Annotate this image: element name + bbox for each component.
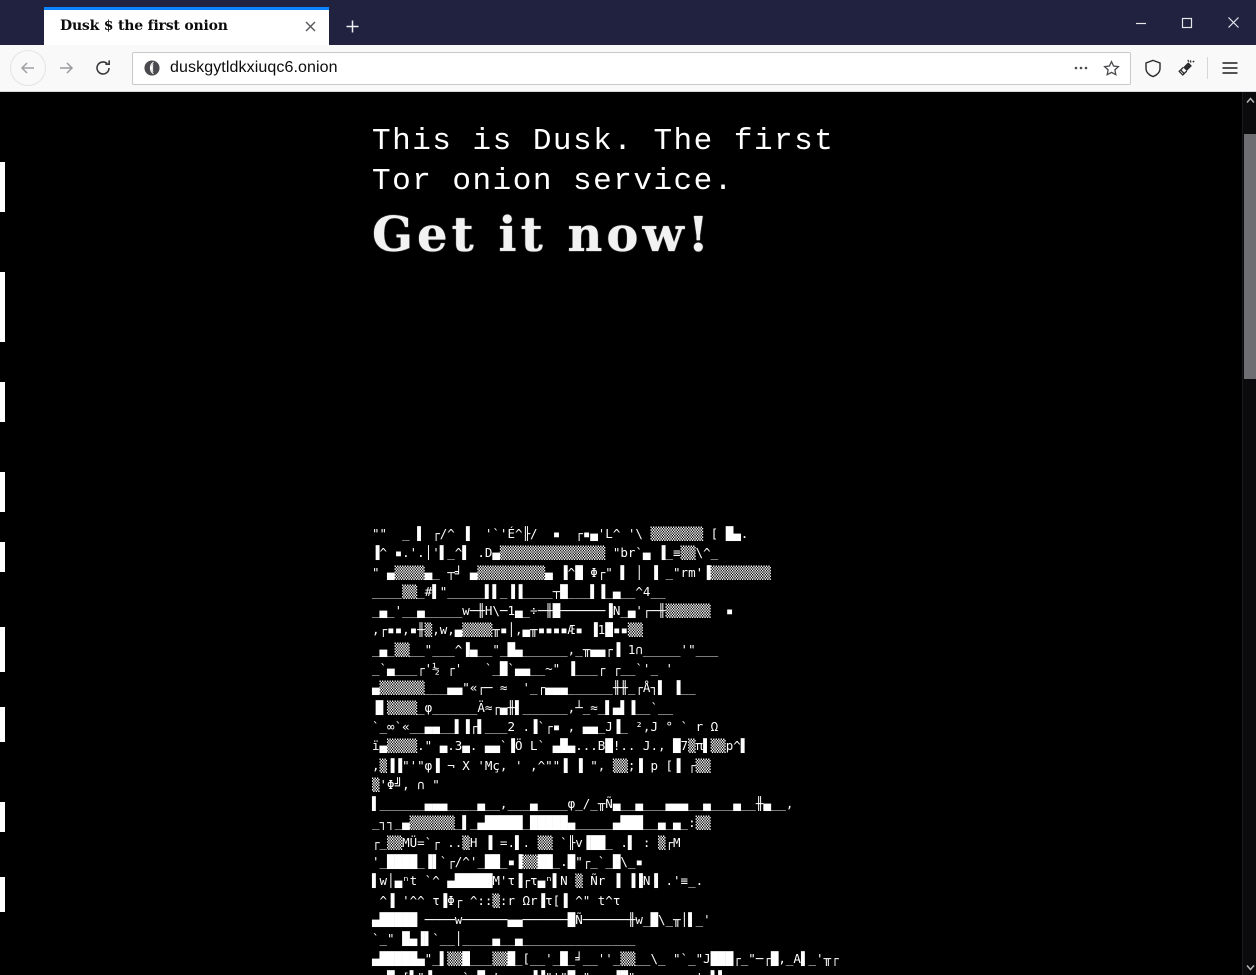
scroll-down-icon[interactable]	[1243, 959, 1256, 975]
toolbar-separator	[1207, 57, 1208, 79]
bookmark-star-icon[interactable]	[1096, 54, 1126, 83]
hamburger-menu-icon[interactable]	[1214, 52, 1246, 84]
heading-line-1: This is Dusk. The first	[372, 124, 835, 159]
tab-title: Dusk $ the first onion	[60, 18, 228, 34]
navigation-toolbar: duskgytldkxiuqc6.onion	[0, 45, 1256, 92]
browser-viewport: This is Dusk. The first Tor onion service…	[0, 92, 1256, 975]
maximize-icon[interactable]	[1164, 0, 1210, 45]
page-left-gutter	[0, 92, 5, 975]
window-titlebar: Dusk $ the first onion	[0, 0, 1256, 45]
page-actions-icon[interactable]	[1066, 54, 1096, 83]
cleanup-broom-icon[interactable]	[1169, 52, 1201, 84]
heading-line-2: Tor onion service.	[372, 164, 734, 199]
scroll-up-icon[interactable]	[1243, 92, 1256, 108]
get-it-now-heading[interactable]: Get it now!	[372, 206, 1242, 264]
forward-icon[interactable]	[49, 51, 83, 85]
url-bar[interactable]: duskgytldkxiuqc6.onion	[132, 51, 1131, 85]
onion-icon	[143, 59, 161, 77]
url-bar-actions	[1066, 54, 1126, 83]
minimize-icon[interactable]	[1118, 0, 1164, 45]
new-tab-button[interactable]	[333, 7, 371, 45]
scrollbar-thumb[interactable]	[1244, 134, 1256, 379]
window-controls	[1118, 0, 1256, 45]
reload-icon[interactable]	[86, 51, 120, 85]
ascii-art-block: "" _ ▌ ┌/^ ▐ '`'É^╟/ ▪ ┌▪▄'L^ '\ ▒▒▒▒▒▒▒…	[372, 526, 839, 975]
page-scrollbar[interactable]	[1242, 92, 1256, 975]
close-tab-icon[interactable]	[299, 15, 321, 37]
url-text[interactable]: duskgytldkxiuqc6.onion	[170, 59, 1066, 77]
page-heading: This is Dusk. The first Tor onion service…	[372, 92, 842, 202]
shield-icon[interactable]	[1137, 52, 1169, 84]
close-window-icon[interactable]	[1210, 0, 1256, 45]
back-icon[interactable]	[10, 50, 46, 86]
page-main-column: This is Dusk. The first Tor onion service…	[372, 92, 1242, 975]
toolbar-right	[1137, 52, 1246, 84]
tab-strip: Dusk $ the first onion	[0, 0, 371, 45]
page-content: This is Dusk. The first Tor onion service…	[0, 92, 1242, 975]
browser-tab-active[interactable]: Dusk $ the first onion	[44, 7, 329, 45]
